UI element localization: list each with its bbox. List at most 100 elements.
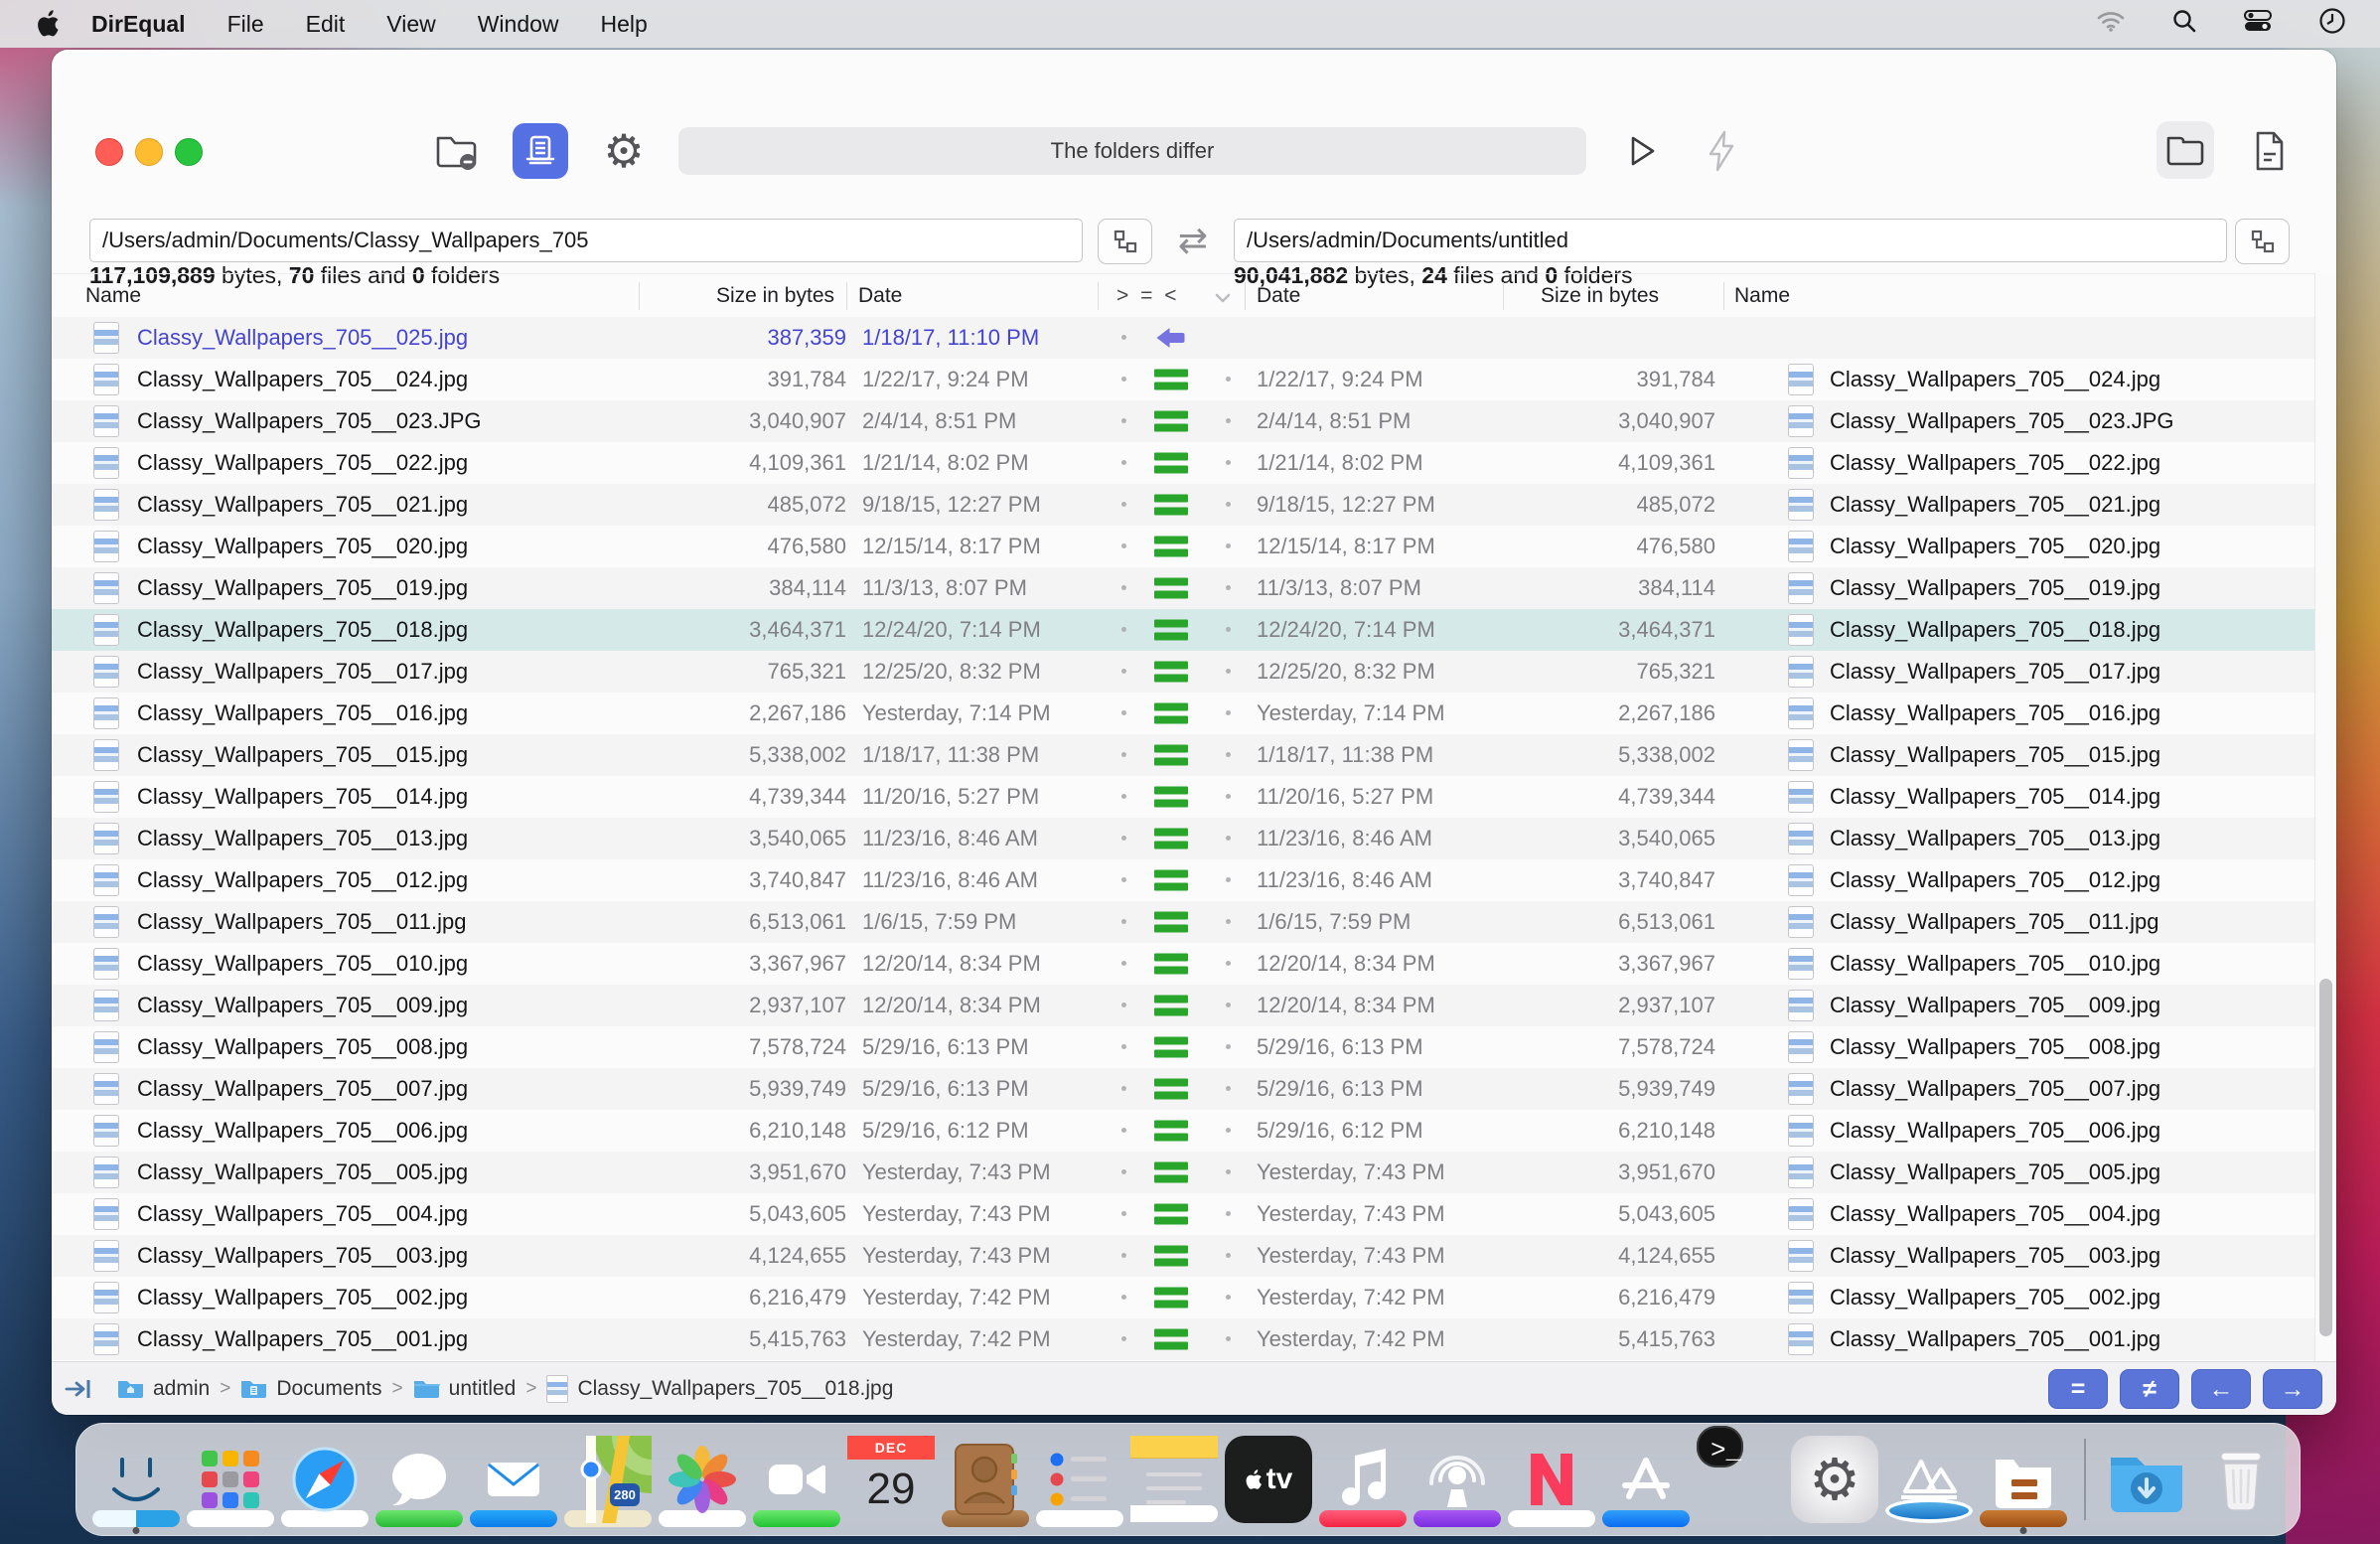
file-date-left: 5/29/16, 6:13 PM <box>862 1034 1029 1059</box>
table-row[interactable]: Classy_Wallpapers_705__002.jpg 6,216,479… <box>52 1277 2314 1318</box>
dock-item-notes[interactable] <box>1130 1436 1218 1523</box>
column-header-name-left[interactable]: Name <box>85 274 141 318</box>
breadcrumb-item-file[interactable]: Classy_Wallpapers_705__018.jpg <box>546 1374 893 1403</box>
dock-item-podcasts[interactable] <box>1413 1436 1501 1527</box>
file-size-left: 6,216,479 <box>749 1285 846 1310</box>
control-center-icon[interactable] <box>2243 9 2273 39</box>
file-icon <box>1788 364 1814 395</box>
table-row[interactable]: Classy_Wallpapers_705__015.jpg 5,338,002… <box>52 734 2314 776</box>
minimize-button[interactable] <box>135 138 163 166</box>
dock-item-mail[interactable] <box>470 1436 557 1527</box>
table-row[interactable]: Classy_Wallpapers_705__014.jpg 4,739,344… <box>52 776 2314 818</box>
table-row[interactable]: Classy_Wallpapers_705__025.jpg 387,359 1… <box>52 317 2314 359</box>
reveal-path-icon[interactable] <box>64 1376 97 1402</box>
open-folder-button[interactable] <box>2157 121 2214 179</box>
dock-item-safari[interactable] <box>281 1436 369 1527</box>
dock-item-apple-tv[interactable]: tv <box>1225 1436 1312 1523</box>
close-button[interactable] <box>95 138 123 166</box>
column-header-date-right[interactable]: Date <box>1257 274 1300 318</box>
compare-dot-right <box>1226 627 1231 632</box>
wifi-icon[interactable] <box>2096 9 2126 39</box>
breadcrumb-item-admin[interactable]: admin <box>117 1377 210 1401</box>
right-tree-view-button[interactable] <box>2235 219 2290 264</box>
table-row[interactable]: Classy_Wallpapers_705__001.jpg 5,415,763… <box>52 1318 2314 1360</box>
dock-item-trash[interactable] <box>2197 1436 2285 1523</box>
zoom-button[interactable] <box>175 138 203 166</box>
dock-item-calendar[interactable]: DEC 29 <box>847 1436 935 1523</box>
file-date-right: Yesterday, 7:43 PM <box>1257 1243 1445 1268</box>
dock-item-reminders[interactable] <box>1036 1436 1123 1527</box>
column-header-name-right[interactable]: Name <box>1734 274 1790 318</box>
dock-item-news[interactable] <box>1508 1436 1595 1527</box>
table-scrollbar[interactable] <box>2314 273 2336 1361</box>
table-row[interactable]: Classy_Wallpapers_705__009.jpg 2,937,107… <box>52 985 2314 1026</box>
quick-sync-button[interactable] <box>1694 123 1749 179</box>
table-row[interactable]: Classy_Wallpapers_705__017.jpg 765,321 1… <box>52 651 2314 693</box>
apple-menu-icon[interactable] <box>36 10 60 38</box>
menu-app-name[interactable]: DirEqual <box>91 11 186 38</box>
table-row[interactable]: Classy_Wallpapers_705__023.JPG 3,040,907… <box>52 400 2314 442</box>
compare-cell <box>1098 776 1245 818</box>
table-row[interactable]: Classy_Wallpapers_705__003.jpg 4,124,655… <box>52 1235 2314 1277</box>
menu-item-file[interactable]: File <box>227 11 264 38</box>
dock-item-system-preferences[interactable]: ⚙ <box>1791 1436 1878 1523</box>
dock-item-direqual[interactable] <box>1980 1436 2067 1534</box>
dock-item-maps[interactable]: 280 <box>564 1378 709 1527</box>
table-row[interactable]: Classy_Wallpapers_705__016.jpg 2,267,186… <box>52 693 2314 734</box>
column-header-date-left[interactable]: Date <box>858 274 902 318</box>
table-row[interactable]: Classy_Wallpapers_705__010.jpg 3,367,967… <box>52 943 2314 985</box>
menu-item-window[interactable]: Window <box>478 11 559 38</box>
breadcrumb-item-untitled[interactable]: untitled <box>413 1377 516 1401</box>
table-row[interactable]: Classy_Wallpapers_705__021.jpg 485,072 9… <box>52 484 2314 526</box>
table-row[interactable]: Classy_Wallpapers_705__019.jpg 384,114 1… <box>52 567 2314 609</box>
filter-left-only-button[interactable]: ← <box>2191 1369 2251 1409</box>
column-header-size-right[interactable]: Size in bytes <box>1541 274 1659 318</box>
breadcrumb-item-documents[interactable]: Documents <box>240 1377 382 1401</box>
dock-item-facetime[interactable] <box>753 1436 840 1527</box>
dock-item-mountain-app[interactable] <box>1885 1436 1973 1523</box>
settings-gear-icon[interactable]: ⚙ <box>596 123 652 179</box>
exclude-folder-button[interactable] <box>429 123 485 179</box>
table-row[interactable]: Classy_Wallpapers_705__004.jpg 5,043,605… <box>52 1193 2314 1235</box>
compare-button[interactable] <box>513 123 568 179</box>
table-row[interactable]: Classy_Wallpapers_705__008.jpg 7,578,724… <box>52 1026 2314 1068</box>
menu-item-edit[interactable]: Edit <box>306 11 346 38</box>
table-row[interactable]: Classy_Wallpapers_705__020.jpg 476,580 1… <box>52 526 2314 567</box>
menu-item-view[interactable]: View <box>386 11 435 38</box>
scrollbar-thumb[interactable] <box>2319 979 2332 1336</box>
compare-marker <box>1154 370 1188 390</box>
table-row[interactable]: Classy_Wallpapers_705__007.jpg 5,939,749… <box>52 1068 2314 1110</box>
dock-item-launchpad[interactable] <box>187 1436 274 1527</box>
search-icon[interactable] <box>2171 8 2197 40</box>
filter-not-equal-button[interactable]: ≠ <box>2120 1369 2179 1409</box>
column-header-size-left[interactable]: Size in bytes <box>716 274 834 318</box>
swap-paths-icon[interactable]: ⇄ <box>1158 219 1228 262</box>
left-path-input[interactable] <box>89 219 1083 262</box>
run-comparison-button[interactable] <box>1613 123 1669 179</box>
dock-item-messages[interactable] <box>375 1436 463 1527</box>
dock-item-photos[interactable] <box>659 1436 746 1527</box>
table-row[interactable]: Classy_Wallpapers_705__011.jpg 6,513,061… <box>52 901 2314 943</box>
column-header-compare[interactable]: > = < <box>1116 274 1179 318</box>
clock-icon[interactable] <box>2318 7 2346 41</box>
table-row[interactable]: Classy_Wallpapers_705__005.jpg 3,951,670… <box>52 1152 2314 1193</box>
right-path-input[interactable] <box>1234 219 2227 262</box>
filter-right-only-button[interactable]: → <box>2263 1369 2322 1409</box>
menu-item-help[interactable]: Help <box>601 11 648 38</box>
dock-item-terminal[interactable]: >_ <box>1697 1426 1784 1523</box>
table-row[interactable]: Classy_Wallpapers_705__022.jpg 4,109,361… <box>52 442 2314 484</box>
filter-equal-button[interactable]: = <box>2048 1369 2108 1409</box>
table-row[interactable]: Classy_Wallpapers_705__012.jpg 3,740,847… <box>52 859 2314 901</box>
dock-item-contacts[interactable] <box>942 1436 1029 1527</box>
table-row[interactable]: Classy_Wallpapers_705__024.jpg 391,784 1… <box>52 359 2314 400</box>
table-row[interactable]: Classy_Wallpapers_705__006.jpg 6,210,148… <box>52 1110 2314 1152</box>
report-document-button[interactable] <box>2242 123 2298 179</box>
left-tree-view-button[interactable] <box>1098 219 1152 264</box>
table-row[interactable]: Classy_Wallpapers_705__018.jpg 3,464,371… <box>52 609 2314 651</box>
dock-item-music[interactable] <box>1319 1436 1407 1527</box>
dock-item-app-store[interactable] <box>1602 1436 1690 1527</box>
table-row[interactable]: Classy_Wallpapers_705__013.jpg 3,540,065… <box>52 818 2314 859</box>
dock-item-downloads[interactable] <box>2103 1436 2190 1523</box>
apple-tv-icon: tv <box>1225 1436 1312 1523</box>
dock-item-finder[interactable] <box>92 1436 180 1534</box>
